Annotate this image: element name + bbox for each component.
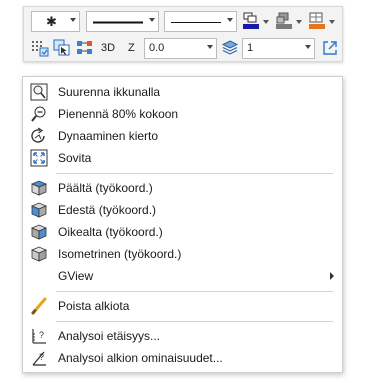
chevron-down-icon	[70, 18, 76, 22]
zoom-out-icon	[31, 106, 46, 122]
menu-item-view-front[interactable]: Edestä (työkoord.)	[23, 199, 342, 221]
menu-item-label: Isometrinen (työkoord.)	[58, 247, 182, 261]
line-style-dropdown[interactable]	[86, 11, 159, 32]
select-pointer-icon	[53, 39, 70, 56]
menu-item-delete[interactable]: Poista alkiota	[23, 295, 342, 317]
chevron-down-icon[interactable]	[263, 20, 269, 24]
view-iso-icon	[30, 246, 48, 262]
menu-item-label: Oikealta (työkoord.)	[58, 225, 163, 239]
chevron-down-icon	[305, 45, 311, 49]
menu-item-analyze-properties[interactable]: ? Analysoi alkion ominaisuudet...	[23, 347, 342, 369]
format-toolbar: ✱ 3D Z 0.0 1	[23, 6, 343, 62]
menu-item-view-right[interactable]: Oikealta (työkoord.)	[23, 221, 342, 243]
view-right-icon	[30, 224, 48, 240]
menu-separator	[56, 321, 333, 322]
menu-item-label: Dynaaminen kierto	[58, 129, 159, 143]
line-weight-preview-icon	[171, 22, 221, 23]
open-external-button[interactable]	[322, 40, 340, 58]
menu-separator	[56, 291, 333, 292]
menu-item-label: Poista alkiota	[58, 299, 130, 313]
menu-item-view-top[interactable]: Päältä (työkoord.)	[23, 177, 342, 199]
delete-pencil-icon	[31, 297, 47, 315]
rotate-icon	[31, 127, 45, 143]
svg-text:?: ?	[39, 330, 44, 340]
analyze-properties-icon: ?	[32, 351, 46, 366]
grid-snap-icon	[32, 41, 49, 57]
select-pointer-button[interactable]	[53, 39, 71, 57]
zoom-window-icon	[30, 83, 48, 101]
grid-snap-button[interactable]	[31, 39, 49, 57]
menu-item-gview[interactable]: GView	[23, 265, 342, 287]
menu-item-dynamic-rotate[interactable]: Dynaaminen kierto	[23, 125, 342, 147]
menu-item-fit[interactable]: Sovita	[23, 147, 342, 169]
z-depth-value: 0.0	[149, 42, 165, 54]
menu-item-label: Sovita	[58, 151, 92, 165]
chevron-down-icon[interactable]	[296, 20, 302, 24]
chevron-down-icon	[149, 18, 155, 22]
3d-toggle-button[interactable]: 3D	[101, 42, 115, 54]
layer-color-button[interactable]	[308, 12, 326, 30]
open-external-icon	[323, 41, 337, 55]
z-depth-dropdown[interactable]: 0.0	[144, 38, 217, 59]
menu-item-label: Pienennä 80% kokoon	[58, 107, 179, 121]
menu-item-label: Edestä (työkoord.)	[58, 203, 157, 217]
group-button[interactable]	[76, 39, 94, 57]
fill-color-button[interactable]	[275, 12, 293, 30]
view-front-icon	[30, 202, 48, 218]
layer-dropdown[interactable]: 1	[242, 38, 315, 59]
layer-value: 1	[247, 42, 254, 54]
z-depth-label: Z	[128, 42, 135, 54]
point-style-value: ✱	[46, 14, 57, 29]
menu-item-label: Suurenna ikkunalla	[58, 85, 161, 99]
menu-item-zoom-window[interactable]: Suurenna ikkunalla	[23, 81, 342, 103]
layers-icon	[221, 40, 239, 55]
pen-color-icon	[243, 12, 259, 29]
submenu-arrow-icon	[330, 272, 334, 280]
layer-color-icon	[309, 12, 325, 29]
point-style-dropdown[interactable]: ✱	[31, 11, 80, 32]
chevron-down-icon[interactable]	[329, 20, 335, 24]
menu-item-label: Analysoi etäisyys...	[58, 329, 161, 343]
view-top-icon	[30, 180, 48, 196]
menu-item-analyze-distance[interactable]: ? Analysoi etäisyys...	[23, 325, 342, 347]
menu-item-label: Päältä (työkoord.)	[58, 181, 153, 195]
svg-text:?: ?	[39, 352, 44, 362]
group-icon	[77, 41, 92, 54]
chevron-down-icon	[227, 18, 233, 22]
pen-color-button[interactable]	[242, 12, 260, 30]
line-style-preview-icon	[93, 21, 143, 24]
fit-icon	[30, 149, 48, 167]
menu-item-view-iso[interactable]: Isometrinen (työkoord.)	[23, 243, 342, 265]
layers-button[interactable]	[221, 39, 239, 57]
line-weight-dropdown[interactable]	[164, 11, 237, 32]
context-menu: Suurenna ikkunalla Pienennä 80% kokoon D…	[22, 76, 343, 373]
menu-item-label: Analysoi alkion ominaisuudet...	[58, 351, 223, 365]
fill-color-icon	[276, 12, 292, 29]
chevron-down-icon	[207, 45, 213, 49]
menu-item-label: GView	[58, 269, 94, 283]
menu-separator	[56, 173, 333, 174]
measure-distance-icon: ?	[32, 329, 46, 344]
menu-item-zoom-out[interactable]: Pienennä 80% kokoon	[23, 103, 342, 125]
